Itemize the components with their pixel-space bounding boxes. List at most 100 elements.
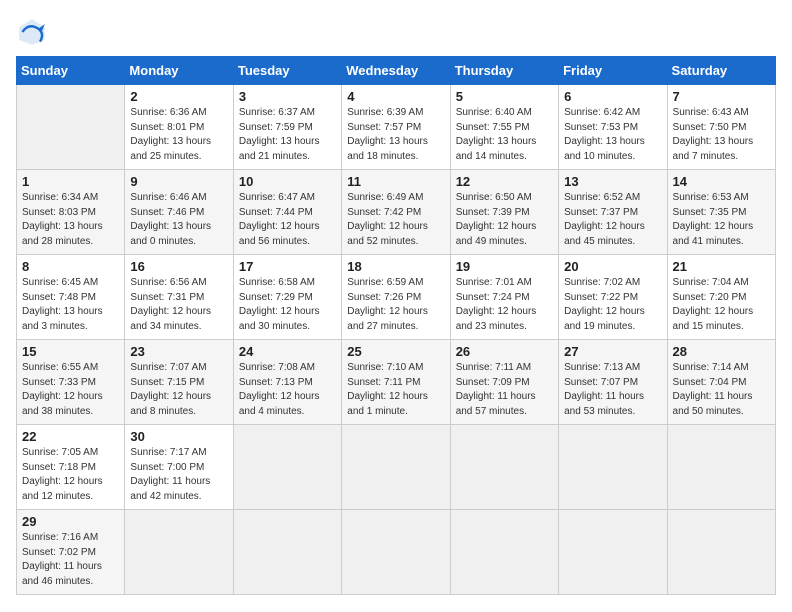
logo [16,16,54,48]
day-number: 2 [130,89,227,104]
day-info: Sunrise: 7:13 AMSunset: 7:07 PMDaylight:… [564,361,661,419]
day-info: Sunrise: 6:56 AMSunset: 7:31 PMDaylight:… [130,276,227,334]
calendar-cell [559,510,667,595]
day-number: 19 [456,259,553,274]
day-info: Sunrise: 7:08 AMSunset: 7:13 PMDaylight:… [239,361,336,419]
calendar-week-0: 2 Sunrise: 6:36 AMSunset: 8:01 PMDaylight… [17,85,776,170]
day-info: Sunrise: 7:14 AMSunset: 7:04 PMDaylight:… [673,361,770,419]
calendar-cell: 24 Sunrise: 7:08 AMSunset: 7:13 PMDayligh… [233,340,341,425]
day-number: 29 [22,514,119,529]
calendar-cell: 18 Sunrise: 6:59 AMSunset: 7:26 PMDayligh… [342,255,450,340]
day-info: Sunrise: 6:37 AMSunset: 7:59 PMDaylight:… [239,106,336,164]
calendar-cell: 21Sunrise: 7:04 AMSunset: 7:20 PMDayligh… [667,255,775,340]
calendar-cell: 15Sunrise: 6:55 AMSunset: 7:33 PMDayligh… [17,340,125,425]
day-info: Sunrise: 6:59 AMSunset: 7:26 PMDaylight:… [347,276,444,334]
day-info: Sunrise: 7:07 AMSunset: 7:15 PMDaylight:… [130,361,227,419]
day-number: 3 [239,89,336,104]
calendar-cell: 4 Sunrise: 6:39 AMSunset: 7:57 PMDaylight… [342,85,450,170]
calendar-cell: 28 Sunrise: 7:14 AMSunset: 7:04 PMDayligh… [667,340,775,425]
calendar-cell: 9 Sunrise: 6:46 AMSunset: 7:46 PMDaylight… [125,170,233,255]
calendar-header-row: SundayMondayTuesdayWednesdayThursdayFrid… [17,57,776,85]
calendar-cell [342,510,450,595]
calendar-cell: 14 Sunrise: 6:53 AMSunset: 7:35 PMDayligh… [667,170,775,255]
column-header-thursday: Thursday [450,57,558,85]
column-header-monday: Monday [125,57,233,85]
column-header-sunday: Sunday [17,57,125,85]
day-info: Sunrise: 7:10 AMSunset: 7:11 PMDaylight:… [347,361,444,419]
day-info: Sunrise: 6:40 AMSunset: 7:55 PMDaylight:… [456,106,553,164]
calendar-cell: 3 Sunrise: 6:37 AMSunset: 7:59 PMDaylight… [233,85,341,170]
day-number: 11 [347,174,444,189]
day-number: 18 [347,259,444,274]
day-number: 25 [347,344,444,359]
calendar-cell: 13 Sunrise: 6:52 AMSunset: 7:37 PMDayligh… [559,170,667,255]
day-number: 22 [22,429,119,444]
calendar-week-3: 15Sunrise: 6:55 AMSunset: 7:33 PMDayligh… [17,340,776,425]
calendar-cell [342,425,450,510]
day-number: 23 [130,344,227,359]
calendar-cell: 25 Sunrise: 7:10 AMSunset: 7:11 PMDayligh… [342,340,450,425]
day-number: 26 [456,344,553,359]
calendar-cell: 6 Sunrise: 6:42 AMSunset: 7:53 PMDaylight… [559,85,667,170]
calendar-cell: 5 Sunrise: 6:40 AMSunset: 7:55 PMDaylight… [450,85,558,170]
day-info: Sunrise: 6:34 AMSunset: 8:03 PMDaylight:… [22,191,119,249]
logo-icon [16,16,48,48]
calendar-cell: 27 Sunrise: 7:13 AMSunset: 7:07 PMDayligh… [559,340,667,425]
day-info: Sunrise: 7:16 AMSunset: 7:02 PMDaylight:… [22,531,119,589]
day-info: Sunrise: 6:53 AMSunset: 7:35 PMDaylight:… [673,191,770,249]
column-header-wednesday: Wednesday [342,57,450,85]
calendar-cell: 2 Sunrise: 6:36 AMSunset: 8:01 PMDaylight… [125,85,233,170]
calendar-cell: 16 Sunrise: 6:56 AMSunset: 7:31 PMDayligh… [125,255,233,340]
day-info: Sunrise: 6:36 AMSunset: 8:01 PMDaylight:… [130,106,227,164]
column-header-tuesday: Tuesday [233,57,341,85]
calendar-cell: 11 Sunrise: 6:49 AMSunset: 7:42 PMDayligh… [342,170,450,255]
calendar-week-1: 1Sunrise: 6:34 AMSunset: 8:03 PMDaylight… [17,170,776,255]
day-info: Sunrise: 7:01 AMSunset: 7:24 PMDaylight:… [456,276,553,334]
calendar-cell: 7Sunrise: 6:43 AMSunset: 7:50 PMDaylight… [667,85,775,170]
calendar-cell: 22 Sunrise: 7:05 AMSunset: 7:18 PMDayligh… [17,425,125,510]
calendar-cell: 10Sunrise: 6:47 AMSunset: 7:44 PMDayligh… [233,170,341,255]
calendar-cell: 23 Sunrise: 7:07 AMSunset: 7:15 PMDayligh… [125,340,233,425]
calendar-cell: 30 Sunrise: 7:17 AMSunset: 7:00 PMDayligh… [125,425,233,510]
day-info: Sunrise: 6:58 AMSunset: 7:29 PMDaylight:… [239,276,336,334]
day-info: Sunrise: 7:17 AMSunset: 7:00 PMDaylight:… [130,446,227,504]
calendar-cell [559,425,667,510]
day-info: Sunrise: 6:45 AMSunset: 7:48 PMDaylight:… [22,276,119,334]
day-number: 6 [564,89,661,104]
calendar-cell [667,425,775,510]
calendar-cell: 20Sunrise: 7:02 AMSunset: 7:22 PMDayligh… [559,255,667,340]
day-number: 4 [347,89,444,104]
day-number: 16 [130,259,227,274]
calendar-cell [233,425,341,510]
day-info: Sunrise: 7:04 AMSunset: 7:20 PMDaylight:… [673,276,770,334]
day-number: 9 [130,174,227,189]
calendar-cell: 29 Sunrise: 7:16 AMSunset: 7:02 PMDayligh… [17,510,125,595]
day-info: Sunrise: 7:11 AMSunset: 7:09 PMDaylight:… [456,361,553,419]
calendar-table: SundayMondayTuesdayWednesdayThursdayFrid… [16,56,776,595]
day-number: 28 [673,344,770,359]
day-number: 24 [239,344,336,359]
header [16,16,776,48]
calendar-cell: 12Sunrise: 6:50 AMSunset: 7:39 PMDayligh… [450,170,558,255]
day-info: Sunrise: 7:05 AMSunset: 7:18 PMDaylight:… [22,446,119,504]
calendar-cell [450,510,558,595]
day-info: Sunrise: 6:46 AMSunset: 7:46 PMDaylight:… [130,191,227,249]
day-number: 30 [130,429,227,444]
day-number: 13 [564,174,661,189]
calendar-cell [450,425,558,510]
day-info: Sunrise: 6:49 AMSunset: 7:42 PMDaylight:… [347,191,444,249]
column-header-saturday: Saturday [667,57,775,85]
day-number: 12 [456,174,553,189]
day-info: Sunrise: 6:52 AMSunset: 7:37 PMDaylight:… [564,191,661,249]
day-number: 7 [673,89,770,104]
day-number: 14 [673,174,770,189]
day-info: Sunrise: 6:39 AMSunset: 7:57 PMDaylight:… [347,106,444,164]
column-header-friday: Friday [559,57,667,85]
day-number: 27 [564,344,661,359]
day-info: Sunrise: 6:42 AMSunset: 7:53 PMDaylight:… [564,106,661,164]
calendar-cell: 17 Sunrise: 6:58 AMSunset: 7:29 PMDayligh… [233,255,341,340]
calendar-week-5: 29 Sunrise: 7:16 AMSunset: 7:02 PMDayligh… [17,510,776,595]
day-number: 10 [239,174,336,189]
day-number: 5 [456,89,553,104]
day-number: 17 [239,259,336,274]
